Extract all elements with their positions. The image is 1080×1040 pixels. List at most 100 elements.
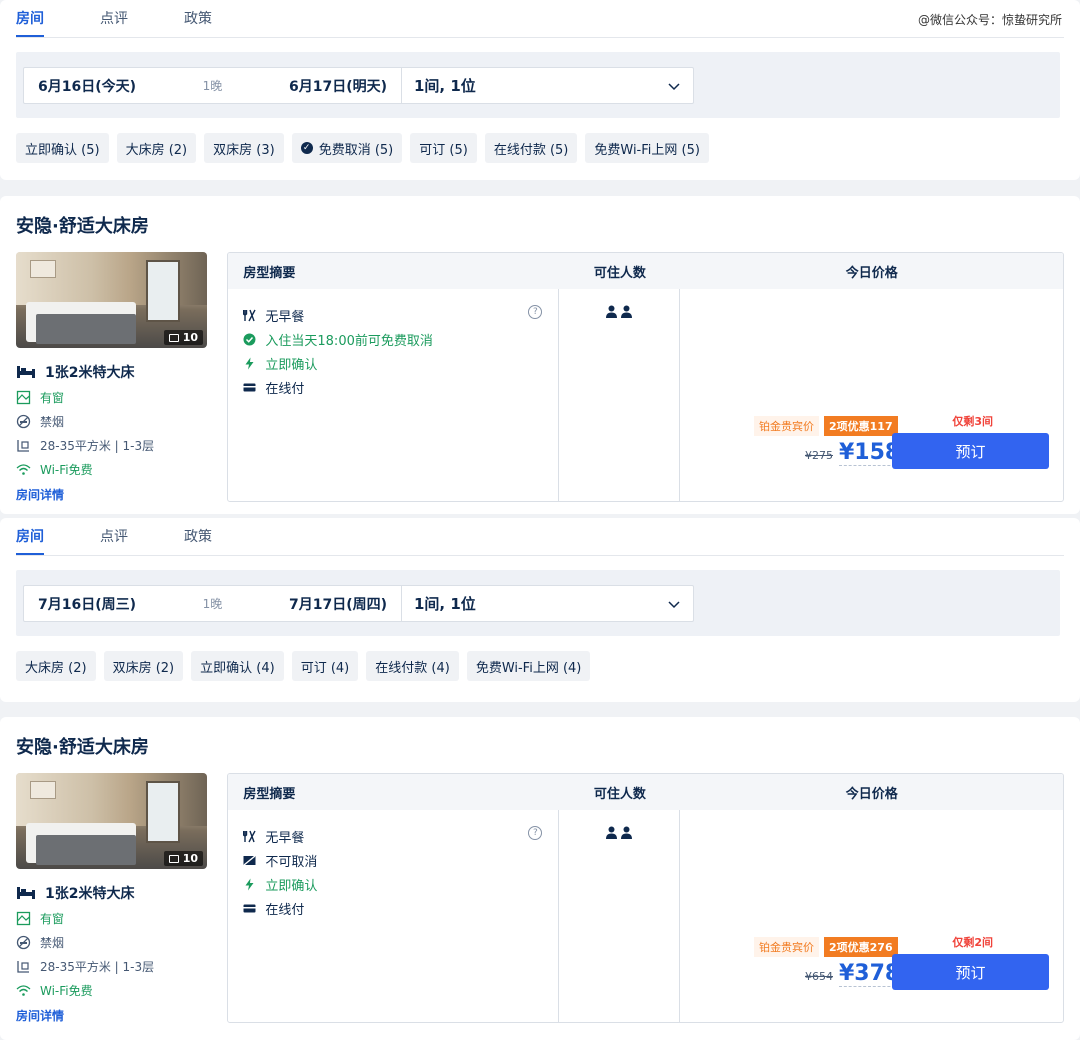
date-picker[interactable]: 6月16日(今天) 1晚 6月17日(明天) — [24, 68, 402, 103]
rate-summary: ? 无早餐 不可取消 立即确认 在线付 — [228, 810, 560, 1022]
chevron-down-icon[interactable] — [667, 79, 681, 93]
guest-text: 1间, 1位 — [414, 595, 476, 613]
feature-window: 有窗 — [16, 389, 227, 406]
policy-breakfast: 无早餐 — [243, 303, 543, 327]
header-summary: 房型摘要 — [243, 265, 296, 281]
room-detail-link[interactable]: 房间详情 — [16, 486, 227, 503]
guest-selector[interactable]: 1间, 1位 — [402, 68, 693, 103]
tab-reviews[interactable]: 点评 — [100, 8, 128, 37]
feature-wifi: Wi-Fi免费 — [16, 461, 227, 478]
filter-chip[interactable]: 立即确认 (4) — [191, 651, 284, 681]
filter-chip[interactable]: 双床房 (2) — [103, 651, 184, 681]
photo-count: 10 — [182, 331, 198, 344]
watermark: @微信公众号：惊蛰研究所 — [917, 13, 1062, 27]
chevron-down-icon[interactable] — [667, 597, 681, 611]
rate-summary: ? 无早餐 入住当天18:00前可免费取消 立即确认 在线付 — [228, 289, 560, 501]
filter-chip[interactable]: 立即确认 (5) — [16, 133, 109, 163]
person-icon — [606, 305, 618, 318]
policy-breakfast: 无早餐 — [243, 824, 543, 848]
photo-count-badge: 10 — [163, 851, 203, 866]
room-title: 安隐·舒适大床房 — [16, 737, 149, 758]
room-card-1: 安隐·舒适大床房 10 1张2米特大床 有窗 禁烟 28-35平方米 | 1-3… — [0, 196, 1080, 514]
filter-chip[interactable]: 免费Wi-Fi上网 (4) — [466, 651, 591, 681]
bed-icon — [17, 887, 35, 899]
filter-chip[interactable]: 大床房 (2) — [16, 651, 96, 681]
filter-chip[interactable]: 大床房 (2) — [116, 133, 197, 163]
window-icon — [16, 911, 31, 926]
checkout-date[interactable]: 6月17日(明天) — [289, 76, 387, 96]
policy-online-pay: 在线付 — [243, 375, 543, 399]
policy-online-pay: 在线付 — [243, 896, 543, 920]
discount-tag[interactable]: 2项优惠117 — [824, 416, 898, 436]
search-box: 6月16日(今天) 1晚 6月17日(明天) 1间, 1位 — [23, 67, 694, 104]
policy-no-cancel: 不可取消 — [243, 848, 543, 872]
price-cell: 铂金贵宾价 2项优惠117 仅剩3间 ¥275 ¥158 预订 — [680, 289, 1063, 501]
policy-instant-confirm: 立即确认 — [243, 872, 543, 896]
area-icon — [17, 440, 29, 452]
photo-count-badge: 10 — [163, 330, 203, 345]
filter-label: 立即确认 (5) — [25, 142, 100, 158]
filter-label: 免费Wi-Fi上网 (5) — [594, 142, 700, 158]
window-icon — [16, 390, 31, 405]
room-photo[interactable]: 10 — [16, 252, 207, 348]
feature-window: 有窗 — [16, 910, 227, 927]
image-icon — [168, 854, 179, 863]
person-icon — [621, 305, 633, 318]
policy-instant-confirm: 立即确认 — [243, 351, 543, 375]
tab-policies[interactable]: 政策 — [184, 8, 212, 37]
checkin-date[interactable]: 6月16日(今天) — [38, 76, 136, 96]
date-picker[interactable]: 7月16日(周三) 1晚 7月17日(周四) — [24, 586, 402, 621]
search-box: 7月16日(周三) 1晚 7月17日(周四) 1间, 1位 — [23, 585, 694, 622]
filter-chip[interactable]: 可订 (5) — [410, 133, 477, 163]
vip-price-tag: 铂金贵宾价 — [754, 416, 819, 436]
search-bar: 7月16日(周三) 1晚 7月17日(周四) 1间, 1位 — [16, 570, 1060, 636]
feature-area: 28-35平方米 | 1-3层 — [16, 958, 227, 975]
guest-text: 1间, 1位 — [414, 77, 476, 95]
no-cancel-icon — [243, 854, 256, 866]
feature-no-smoking: 禁烟 — [16, 934, 227, 951]
filter-chip[interactable]: 免费Wi-Fi上网 (5) — [585, 133, 709, 163]
tab-bar: 房间 点评 政策 — [16, 0, 1064, 38]
filter-chip[interactable]: 在线付款 (4) — [366, 651, 459, 681]
bed-text: 1张2米特大床 — [45, 886, 135, 902]
filter-bar: 大床房 (2) 双床房 (2) 立即确认 (4) 可订 (4) 在线付款 (4)… — [16, 651, 1064, 681]
checkin-date[interactable]: 7月16日(周三) — [38, 594, 136, 614]
search-panel-2: 房间 点评 政策 7月16日(周三) 1晚 7月17日(周四) 1间, 1位 大… — [0, 518, 1080, 702]
filter-label: 免费Wi-Fi上网 (4) — [475, 660, 582, 676]
header-price: 今日价格 — [845, 786, 898, 802]
filter-chip-checked[interactable]: ✓ 免费取消 (5) — [291, 133, 403, 163]
book-button[interactable]: 预订 — [892, 433, 1049, 469]
room-photo[interactable]: 10 — [16, 773, 207, 869]
filter-label: 可订 (4) — [300, 660, 350, 676]
filter-chip[interactable]: 在线付款 (5) — [484, 133, 578, 163]
original-price: ¥654 — [805, 970, 833, 983]
check-circle-icon — [243, 333, 256, 345]
occupancy-cell — [559, 289, 681, 501]
header-price: 今日价格 — [845, 265, 898, 281]
person-icon — [606, 826, 618, 839]
no-smoking-icon — [16, 935, 31, 950]
room-detail-link[interactable]: 房间详情 — [16, 1007, 227, 1024]
guest-selector[interactable]: 1间, 1位 — [402, 586, 693, 621]
policy-free-cancel: 入住当天18:00前可免费取消 — [243, 327, 543, 351]
filter-chip[interactable]: 双床房 (3) — [204, 133, 284, 163]
card-icon — [243, 904, 256, 912]
tab-policies[interactable]: 政策 — [184, 526, 212, 555]
tab-rooms[interactable]: 房间 — [16, 8, 44, 37]
card-icon — [243, 383, 256, 391]
tab-reviews[interactable]: 点评 — [100, 526, 128, 555]
nights-count: 1晚 — [202, 597, 223, 611]
checkout-date[interactable]: 7月17日(周四) — [289, 594, 387, 614]
header-occupancy: 可住人数 — [593, 786, 646, 802]
filter-label: 在线付款 (5) — [493, 142, 569, 158]
filter-chip[interactable]: 可订 (4) — [291, 651, 359, 681]
room-title: 安隐·舒适大床房 — [16, 216, 149, 237]
filter-label: 大床房 (2) — [125, 142, 188, 158]
tab-rooms[interactable]: 房间 — [16, 526, 44, 555]
filter-label: 在线付款 (4) — [375, 660, 450, 676]
book-button[interactable]: 预订 — [892, 954, 1049, 990]
discount-tag[interactable]: 2项优惠276 — [824, 937, 898, 957]
nights-count: 1晚 — [202, 79, 223, 93]
lightning-icon — [245, 878, 254, 890]
original-price: ¥275 — [805, 449, 833, 462]
